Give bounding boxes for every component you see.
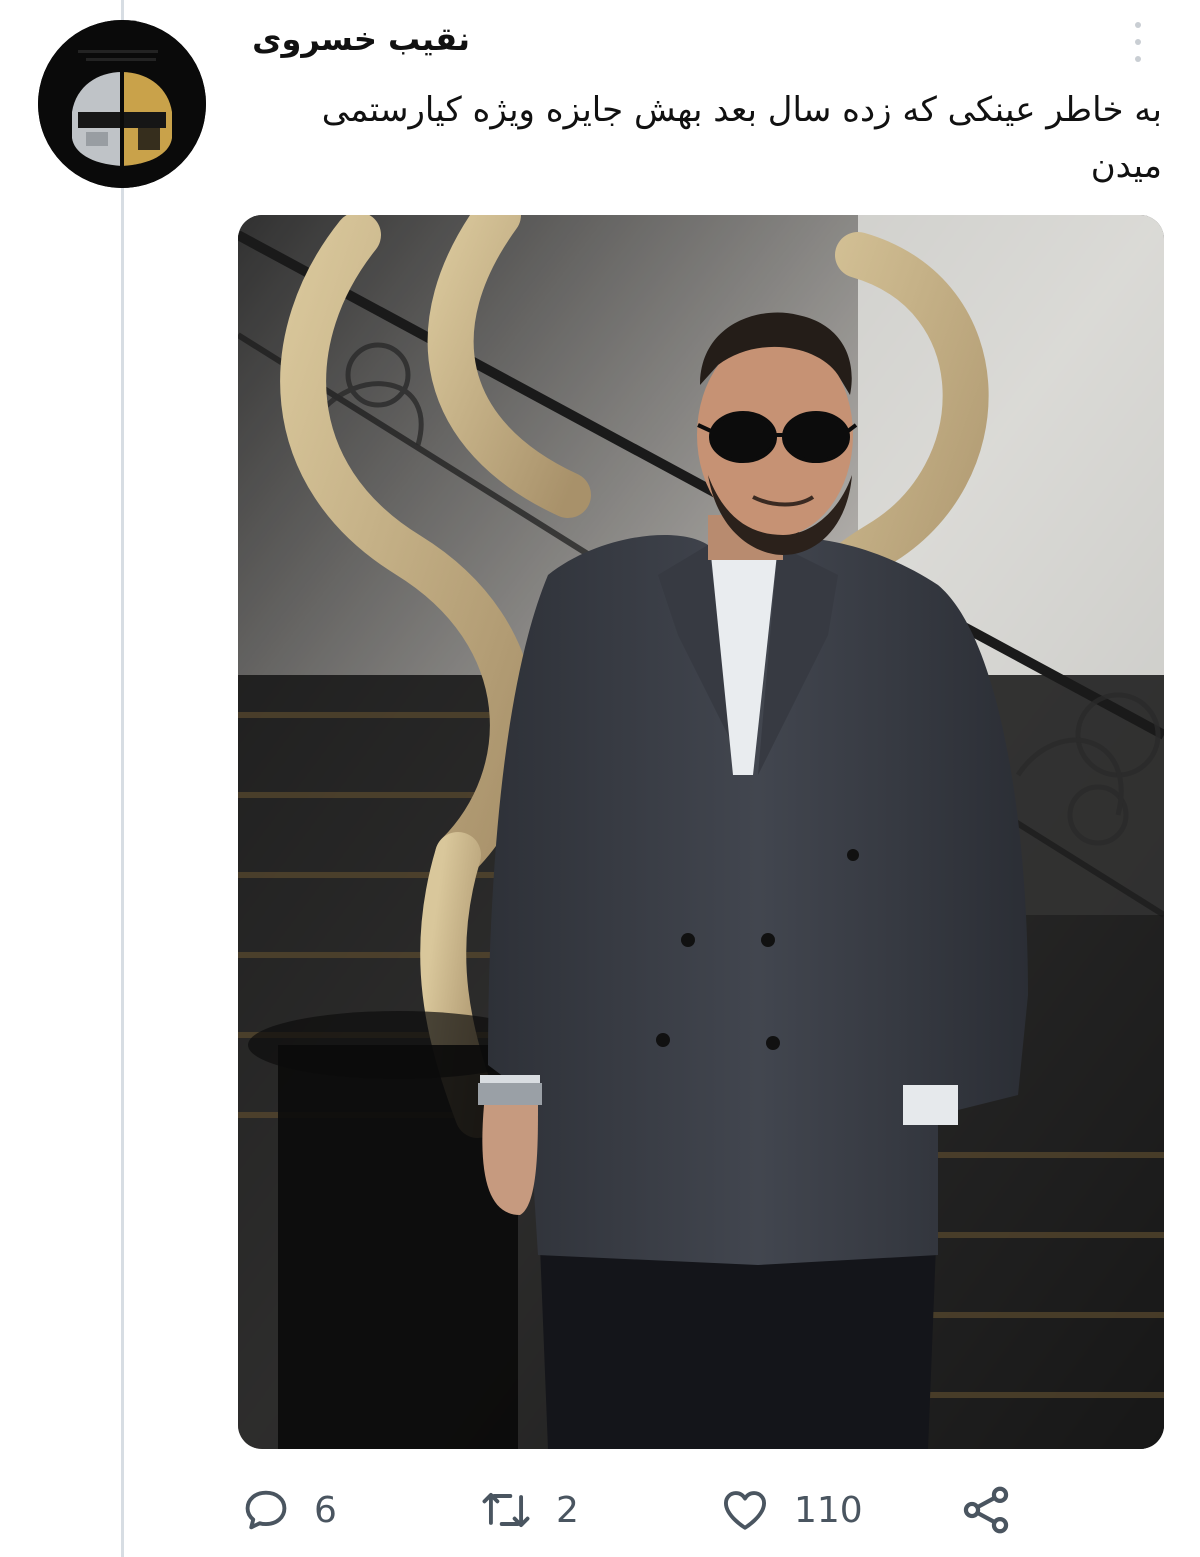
thread-line xyxy=(121,0,124,1557)
tweet-container: نقیب خسروی به خاطر عینکی که زده سال بعد … xyxy=(0,0,1200,1557)
reply-icon xyxy=(245,1490,287,1530)
like-count: 110 xyxy=(794,1489,863,1531)
retweet-button[interactable]: 2 xyxy=(478,1478,579,1542)
avatar[interactable] xyxy=(38,20,206,188)
retweet-count: 2 xyxy=(556,1489,579,1531)
daft-punk-helmet-avatar xyxy=(38,20,206,188)
like-button[interactable]: 110 xyxy=(718,1478,863,1542)
man-in-suit-sunglasses-photo xyxy=(238,215,1164,1449)
share-button[interactable] xyxy=(958,1478,1014,1542)
retweet-icon xyxy=(482,1492,530,1528)
reply-count: 6 xyxy=(314,1489,337,1531)
tweet-actions: 6 2 110 xyxy=(240,1478,1040,1542)
tweet-text: به خاطر عینکی که زده سال بعد بهش جایزه و… xyxy=(321,90,1162,186)
more-options-icon[interactable] xyxy=(1128,22,1148,62)
share-icon xyxy=(963,1486,1009,1534)
reply-button[interactable]: 6 xyxy=(240,1478,337,1542)
author-name[interactable]: نقیب خسروی xyxy=(230,20,470,58)
heart-icon xyxy=(723,1491,767,1530)
tweet-media[interactable] xyxy=(238,215,1164,1449)
